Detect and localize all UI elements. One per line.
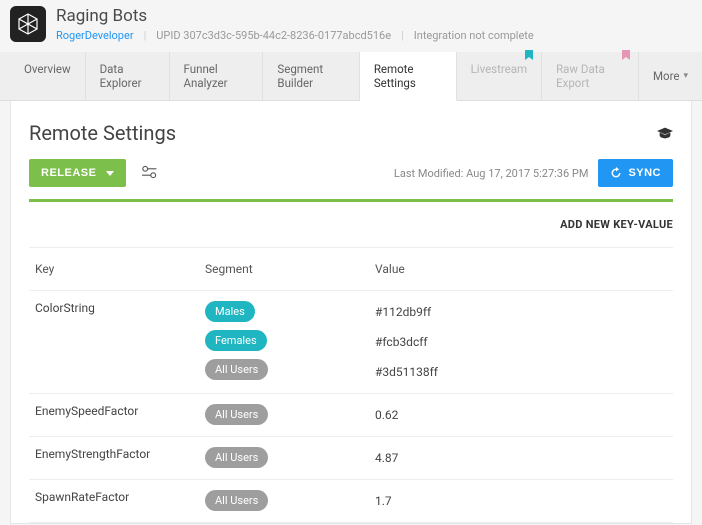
tab-more[interactable]: More ▾ bbox=[639, 52, 702, 100]
cell-key: EnemyStrengthFactor bbox=[35, 447, 205, 461]
integration-status: Integration not complete bbox=[414, 29, 534, 42]
tab-raw-data-export[interactable]: Raw Data Export bbox=[542, 52, 639, 100]
ribbon-icon bbox=[525, 50, 533, 60]
upid-label: UPID 307c3d3c-595b-44c2-8236-0177abcd516… bbox=[156, 29, 391, 42]
unity-logo-icon bbox=[16, 12, 40, 36]
col-segment: Segment bbox=[205, 262, 375, 276]
chevron-down-icon bbox=[106, 171, 114, 176]
cell-value: 4.87 bbox=[375, 447, 667, 469]
sync-icon bbox=[610, 167, 622, 179]
segment-pill[interactable]: All Users bbox=[205, 404, 268, 425]
release-button[interactable]: RELEASE bbox=[29, 159, 126, 187]
cell-value: #112db9ff #fcb3dcff #3d51138ff bbox=[375, 301, 667, 383]
segment-pill[interactable]: All Users bbox=[205, 447, 268, 468]
cell-key: SpawnRateFactor bbox=[35, 490, 205, 504]
col-value: Value bbox=[375, 262, 667, 276]
tab-data-explorer[interactable]: Data Explorer bbox=[86, 52, 170, 100]
cell-value: 0.62 bbox=[375, 404, 667, 426]
cell-value: 1.7 bbox=[375, 490, 667, 512]
value-text: 1.7 bbox=[375, 490, 392, 512]
last-modified: Last Modified: Aug 17, 2017 5:27:36 PM bbox=[394, 167, 589, 180]
ribbon-icon bbox=[622, 50, 630, 60]
tabs: Overview Data Explorer Funnel Analyzer S… bbox=[0, 52, 702, 101]
cell-segment: Males Females All Users bbox=[205, 301, 375, 380]
tab-livestream[interactable]: Livestream bbox=[457, 52, 543, 100]
chevron-down-icon: ▾ bbox=[683, 71, 688, 81]
segment-pill[interactable]: Males bbox=[205, 301, 255, 322]
table-row[interactable]: ColorStringMales Females All Users #112db9f… bbox=[29, 291, 673, 394]
tab-overview[interactable]: Overview bbox=[10, 52, 86, 100]
app-icon bbox=[10, 6, 46, 42]
key-settings-icon[interactable] bbox=[142, 164, 158, 183]
cell-key: EnemySpeedFactor bbox=[35, 404, 205, 418]
app-title: Raging Bots bbox=[56, 6, 534, 26]
add-new-key-value[interactable]: ADD NEW KEY-VALUE bbox=[560, 218, 673, 231]
table-row[interactable]: EnemySpeedFactorAll Users 0.62 bbox=[29, 394, 673, 437]
cell-segment: All Users bbox=[205, 404, 375, 425]
value-text: #fcb3dcff bbox=[375, 331, 428, 353]
col-key: Key bbox=[35, 262, 205, 276]
value-text: #3d51138ff bbox=[375, 361, 438, 383]
page-title: Remote Settings bbox=[29, 121, 176, 145]
cell-segment: All Users bbox=[205, 490, 375, 511]
tab-funnel-analyzer[interactable]: Funnel Analyzer bbox=[170, 52, 264, 100]
segment-pill[interactable]: All Users bbox=[205, 359, 268, 380]
developer-link[interactable]: RogerDeveloper bbox=[56, 29, 134, 42]
table-row[interactable]: SpawnRateFactorAll Users 1.7 bbox=[29, 480, 673, 523]
value-text: 0.62 bbox=[375, 404, 398, 426]
value-text: 4.87 bbox=[375, 447, 398, 469]
cell-segment: All Users bbox=[205, 447, 375, 468]
table-row[interactable]: EnemyStrengthFactorAll Users 4.87 bbox=[29, 437, 673, 480]
tab-remote-settings[interactable]: Remote Settings bbox=[360, 52, 457, 101]
table-header: Key Segment Value bbox=[29, 248, 673, 291]
graduation-cap-icon[interactable] bbox=[657, 124, 673, 143]
sync-button[interactable]: SYNC bbox=[598, 159, 673, 187]
value-text: #112db9ff bbox=[375, 301, 431, 323]
cell-key: ColorString bbox=[35, 301, 205, 315]
tab-segment-builder[interactable]: Segment Builder bbox=[263, 52, 359, 100]
segment-pill[interactable]: Females bbox=[205, 330, 267, 351]
segment-pill[interactable]: All Users bbox=[205, 490, 268, 511]
